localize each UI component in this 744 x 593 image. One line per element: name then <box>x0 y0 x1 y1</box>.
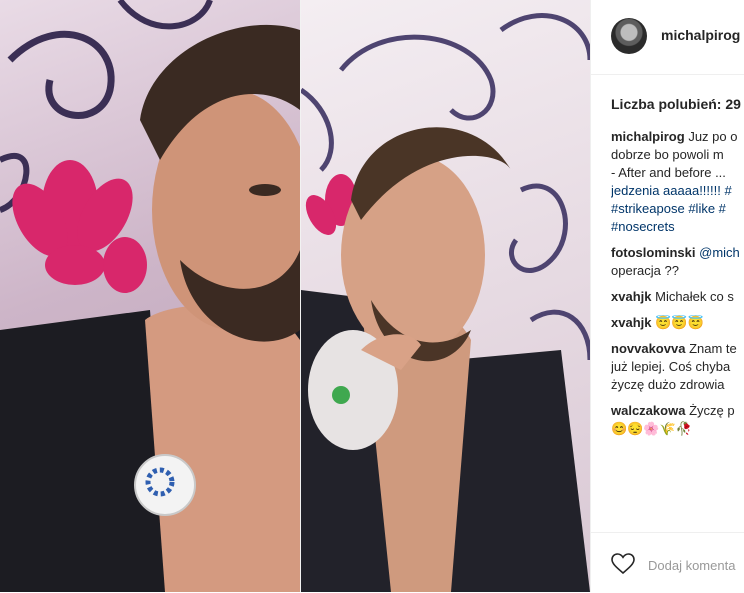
list-item: novvakovva Znam te już lepiej. Coś chyba… <box>611 340 744 394</box>
heart-icon[interactable] <box>611 553 635 575</box>
post-photo[interactable] <box>0 0 590 592</box>
comment-username[interactable]: novvakovva <box>611 341 685 356</box>
list-item: walczakowa Życzę p 😊😔🌸🌾🥀 <box>611 402 744 438</box>
avatar[interactable] <box>611 18 647 54</box>
comment-emoji: 😊😔🌸🌾🥀 <box>611 421 692 436</box>
comment-text: Michałek co s <box>655 289 734 304</box>
photo-right-illustration <box>301 13 590 592</box>
caption: michalpirog Juz po o dobrze bo powoli m … <box>611 128 744 236</box>
comment-text: 😇😇😇 <box>655 315 704 330</box>
caption-line: - After and before ... <box>611 165 726 180</box>
post-header: michalpirog <box>591 0 744 75</box>
comment-username[interactable]: xvahjk <box>611 315 651 330</box>
likes-count[interactable]: Liczba polubień: 29 <box>611 96 741 112</box>
comment-text: życzę dużo zdrowia <box>611 377 725 392</box>
caption-hashtag-line[interactable]: #strikeapose #like # <box>611 201 726 216</box>
comment-text: @mich <box>699 245 740 260</box>
post-username[interactable]: michalpirog <box>661 27 740 43</box>
list-item: xvahjk 😇😇😇 <box>611 314 744 332</box>
caption-line: Juz po o <box>688 129 738 144</box>
comment-username[interactable]: xvahjk <box>611 289 651 304</box>
comment-list: michalpirog Juz po o dobrze bo powoli m … <box>611 128 744 446</box>
comment-bar: Dodaj komenta <box>591 532 744 593</box>
list-item: fotoslominski @mich operacja ?? <box>611 244 744 280</box>
comment-username[interactable]: fotoslominski <box>611 245 696 260</box>
comment-text: już lepiej. Coś chyba <box>611 359 731 374</box>
caption-hashtag-line[interactable]: #nosecrets <box>611 219 675 234</box>
comment-username[interactable]: walczakowa <box>611 403 685 418</box>
comment-text: Znam te <box>689 341 737 356</box>
photo-right-before <box>301 0 590 592</box>
photo-left-after <box>0 0 300 592</box>
add-comment-input[interactable]: Dodaj komenta <box>648 558 735 573</box>
comment-text: Życzę p <box>689 403 735 418</box>
caption-hashtag-line[interactable]: jedzenia aaaaa!!!!!! # <box>611 183 732 198</box>
caption-line: dobrze bo powoli m <box>611 147 724 162</box>
photo-left-illustration <box>0 0 300 592</box>
caption-username[interactable]: michalpirog <box>611 129 685 144</box>
post-sidebar: michalpirog Liczba polubień: 29 michalpi… <box>590 0 744 592</box>
list-item: xvahjk Michałek co s <box>611 288 744 306</box>
comment-text: operacja ?? <box>611 263 679 278</box>
